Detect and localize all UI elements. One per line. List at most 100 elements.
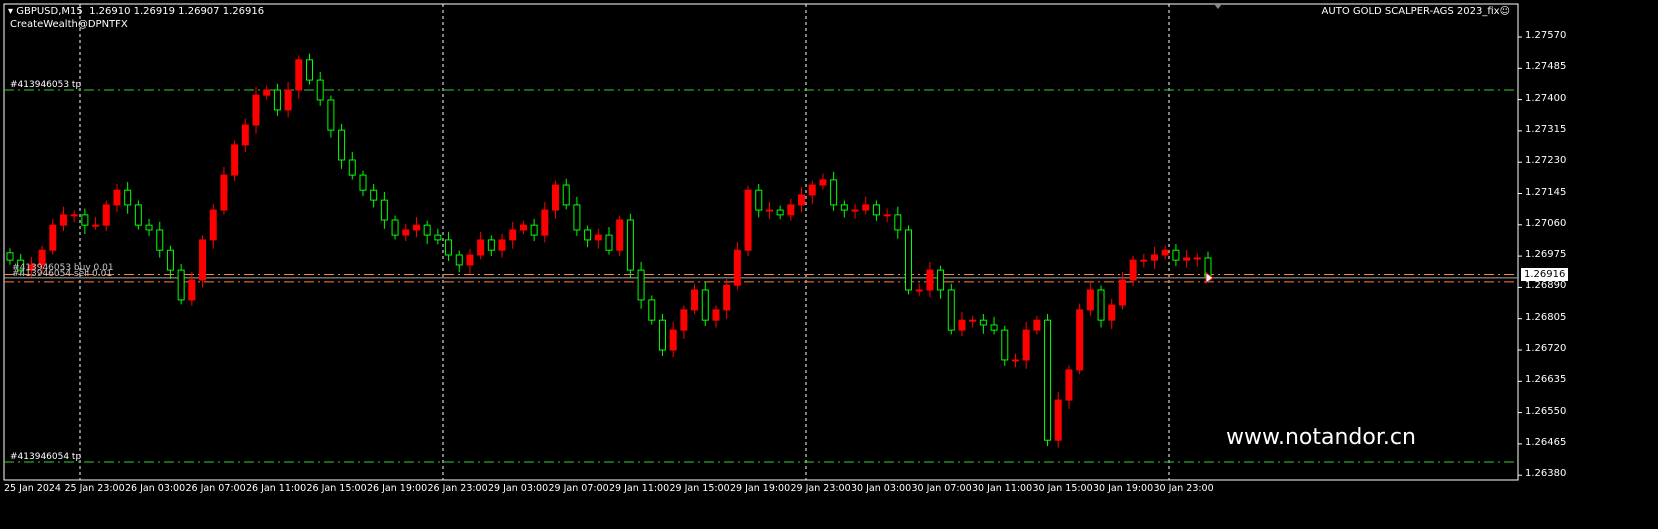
candle-bear — [894, 214, 902, 231]
time-tick: 29 Jan 15:00 — [669, 483, 730, 494]
candle-bull — [969, 319, 977, 322]
candle-bull — [1183, 257, 1191, 261]
chart-header: ▾ GBPUSD,M15 1.26910 1.26919 1.26907 1.2… — [8, 6, 265, 17]
candle-bull — [477, 239, 485, 256]
candle-bull — [1033, 319, 1041, 331]
candle-bull — [733, 249, 741, 286]
price-tick: 1.27060 — [1525, 217, 1567, 229]
candle-bull — [744, 189, 752, 251]
candle-bear — [701, 289, 709, 321]
candle-bull — [188, 279, 196, 301]
candle-bull — [70, 214, 78, 217]
candle-bull — [808, 184, 816, 196]
price-tick: 1.27315 — [1525, 123, 1567, 135]
candle-bull — [798, 194, 806, 206]
price-tick: 1.26380 — [1525, 468, 1567, 480]
price-tick: 1.27485 — [1525, 61, 1567, 73]
candle-bull — [1193, 257, 1201, 260]
price-tick: 1.27400 — [1525, 92, 1567, 104]
candle-bear — [937, 269, 945, 291]
time-tick: 26 Jan 23:00 — [427, 483, 488, 494]
candle-bull — [466, 254, 474, 266]
time-tick: 29 Jan 19:00 — [730, 483, 791, 494]
candle-bear — [6, 252, 14, 261]
candle-bull — [552, 184, 560, 211]
candle-bull — [252, 94, 260, 126]
chart-frame — [3, 3, 1519, 481]
price-tick: 1.27570 — [1525, 30, 1567, 41]
candle-bear — [445, 239, 453, 256]
candle-bull — [1065, 369, 1073, 401]
candle-bear — [1097, 289, 1105, 321]
candle-bull — [616, 219, 624, 251]
candle-bull — [102, 204, 110, 226]
time-tick: 30 Jan 11:00 — [972, 483, 1033, 494]
price-tick: 1.27230 — [1525, 155, 1567, 167]
candle-bear — [359, 174, 367, 191]
candle-bear — [637, 269, 645, 301]
candle-bull — [541, 209, 549, 236]
candle-bull — [59, 214, 67, 226]
candle-bull — [263, 89, 271, 96]
expert-advisor-label[interactable]: AUTO GOLD SCALPER-AGS 2023_fix☺ — [1322, 6, 1510, 17]
candle-bull — [1118, 279, 1126, 306]
candle-bear — [947, 289, 955, 331]
time-tick: 29 Jan 23:00 — [790, 483, 851, 494]
candle-bear — [584, 229, 592, 241]
candle-bear — [348, 159, 356, 176]
candle-bull — [594, 234, 602, 241]
sell-order-label: #413946054 sell 0.01 — [12, 269, 113, 279]
time-tick: 29 Jan 03:00 — [488, 483, 549, 494]
time-tick: 30 Jan 23:00 — [1153, 483, 1214, 494]
candle-bear — [605, 234, 613, 251]
candle-bull — [765, 209, 773, 212]
candle-bull — [787, 204, 795, 216]
candle-bear — [1044, 319, 1052, 441]
time-tick: 26 Jan 15:00 — [306, 483, 367, 494]
price-tick: 1.26805 — [1525, 311, 1567, 323]
current-price-label: 1.26916 — [1521, 268, 1569, 281]
candle-bull — [209, 209, 217, 241]
candle-bull — [1076, 309, 1084, 371]
candle-bull — [1086, 289, 1094, 311]
candle-bear — [626, 219, 634, 271]
candle-bear — [273, 89, 281, 111]
candle-bull — [241, 124, 249, 146]
candle-bull — [958, 319, 966, 331]
candle-bear — [755, 189, 763, 211]
time-tick: 29 Jan 07:00 — [548, 483, 609, 494]
tp-bottom-label: #413946054 tp — [10, 452, 82, 462]
candle-bull — [1022, 329, 1030, 361]
candle-bear — [830, 179, 838, 206]
candle-bear — [562, 184, 570, 206]
candle-bull — [915, 289, 923, 292]
candle-bear — [990, 324, 998, 331]
time-tick: 26 Jan 07:00 — [185, 483, 246, 494]
candle-bull — [862, 204, 870, 211]
candle-bear — [370, 189, 378, 201]
candle-bear — [124, 189, 132, 206]
time-tick: 30 Jan 19:00 — [1093, 483, 1154, 494]
candle-bear — [166, 249, 174, 271]
candle-bear — [530, 224, 538, 236]
candle-bear — [658, 319, 666, 351]
candle-bull — [113, 189, 121, 206]
candle-bull — [1129, 259, 1137, 281]
price-tick: 1.26720 — [1525, 343, 1567, 354]
candle-bull — [295, 59, 303, 91]
candle-bull — [680, 309, 688, 331]
ohlc-readout: 1.26910 1.26919 1.26907 1.26916 — [89, 6, 265, 17]
candle-bear — [573, 204, 581, 231]
price-tick: 1.26890 — [1525, 280, 1567, 292]
watermark: www.notandor.cn — [1226, 425, 1416, 450]
time-tick: 30 Jan 07:00 — [911, 483, 972, 494]
candle-bull — [1151, 254, 1159, 261]
indicator-subtitle: CreateWealth@DPNTFX — [10, 19, 128, 30]
price-tick: 1.26635 — [1525, 374, 1567, 386]
candle-bear — [338, 129, 346, 161]
candle-bull — [669, 329, 677, 351]
candle-bear — [316, 79, 324, 101]
candle-bull — [723, 284, 731, 311]
candle-bear — [840, 204, 848, 211]
candle-bull — [1161, 249, 1169, 256]
